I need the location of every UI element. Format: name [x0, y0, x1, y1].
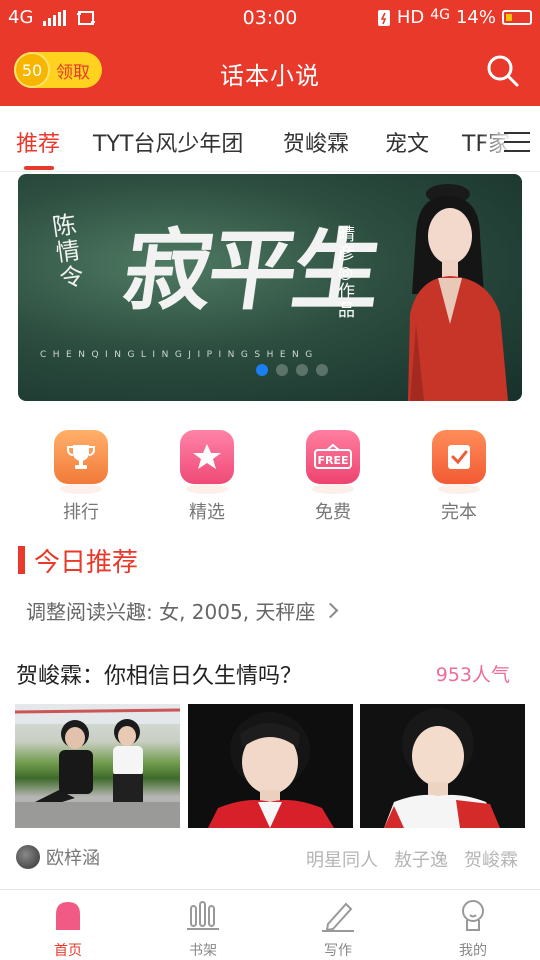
hd-label: HD	[396, 7, 425, 28]
quicknav-label: 完本	[441, 502, 477, 523]
nav-profile[interactable]: 我的	[433, 898, 513, 960]
nav-home[interactable]: 首页	[28, 898, 108, 960]
banner-dot[interactable]	[276, 364, 288, 376]
nav-label: 书架	[189, 943, 217, 959]
story-image[interactable]	[360, 704, 525, 828]
banner-author: 晴彦◎作品	[338, 225, 355, 321]
nav-write[interactable]: 写作	[298, 898, 378, 960]
star-icon	[180, 430, 234, 494]
battery-icon	[502, 10, 532, 25]
avatar	[16, 845, 40, 869]
story-image[interactable]	[15, 704, 180, 828]
tab-tyt[interactable]: TYT台风少年团	[93, 126, 243, 158]
sim-icon	[377, 9, 390, 26]
app-header: 50 领取 话本小说	[0, 34, 540, 106]
section-title: 今日推荐	[34, 548, 139, 578]
tab-pet-stories[interactable]: 宠文	[385, 126, 429, 158]
nav-label: 我的	[459, 943, 487, 959]
pen-icon	[322, 902, 354, 932]
free-badge-text: FREE	[317, 454, 348, 467]
section-accent-bar	[18, 546, 25, 574]
story-author[interactable]: 欧梓涵	[16, 844, 100, 870]
nav-label: 写作	[324, 943, 352, 959]
bookshelf-icon	[187, 901, 219, 930]
tab-active-indicator	[24, 166, 54, 170]
quicknav-completed[interactable]: 完本	[414, 424, 504, 524]
banner-dot[interactable]	[256, 364, 268, 376]
banner-pinyin: CHENQINGLINGJIPINGSHENG	[40, 350, 319, 360]
banner-dot[interactable]	[316, 364, 328, 376]
story-popularity: 953人气	[435, 664, 510, 686]
featured-banner[interactable]: 陈情令 寂平生 晴彦◎作品 CHENQINGLINGJIPINGSHENG	[18, 174, 522, 401]
bottom-nav: 首页 书架 写作 我的	[0, 889, 540, 960]
story-tag[interactable]: 敖子逸	[394, 846, 448, 872]
nav-bookshelf[interactable]: 书架	[163, 898, 243, 960]
quicknav-ranking[interactable]: 排行	[36, 424, 126, 524]
story-tag[interactable]: 贺峻霖	[464, 846, 518, 872]
quicknav-label: 精选	[189, 502, 225, 523]
check-book-icon	[432, 430, 486, 494]
search-icon[interactable]	[486, 54, 520, 88]
story-tag[interactable]: 明星同人	[306, 846, 378, 872]
author-name: 欧梓涵	[46, 848, 100, 869]
quick-nav: 排行 精选 FREE 免费 完本	[0, 424, 540, 524]
banner-pagination	[256, 364, 328, 376]
quicknav-label: 排行	[63, 502, 99, 523]
story-image[interactable]	[188, 704, 353, 828]
status-bar: 4G 03:00 HD 4G 14%	[0, 0, 540, 34]
story-title[interactable]: 贺峻霖：你相信日久生情吗？	[16, 658, 302, 690]
app-title: 话本小说	[220, 62, 320, 90]
quicknav-label: 免费	[315, 502, 351, 523]
quicknav-featured[interactable]: 精选	[162, 424, 252, 524]
chevron-right-icon	[323, 602, 339, 619]
network2-label: 4G	[430, 6, 450, 23]
home-icon	[56, 902, 80, 930]
adjust-interest-link[interactable]: 调整阅读兴趣: 女, 2005, 天秤座	[26, 596, 339, 625]
banner-dot[interactable]	[296, 364, 308, 376]
quicknav-free[interactable]: FREE 免费	[288, 424, 378, 524]
interest-text: 调整阅读兴趣: 女, 2005, 天秤座	[26, 600, 316, 624]
battery-percent: 14%	[455, 7, 496, 28]
profile-icon	[462, 900, 484, 931]
nav-label: 首页	[54, 943, 82, 959]
tab-he-junlin[interactable]: 贺峻霖	[283, 126, 349, 158]
banner-character-image	[408, 184, 508, 401]
trophy-icon	[54, 430, 108, 494]
menu-icon[interactable]	[504, 132, 530, 152]
tab-recommend[interactable]: 推荐	[16, 126, 60, 158]
story-tags: 明星同人 敖子逸 贺峻霖	[306, 846, 518, 872]
free-tag-icon: FREE	[306, 430, 360, 494]
banner-small-title: 陈情令	[50, 210, 86, 293]
category-tabs: 推荐 TYT台风少年团 贺峻霖 宠文 TF家	[0, 106, 540, 172]
